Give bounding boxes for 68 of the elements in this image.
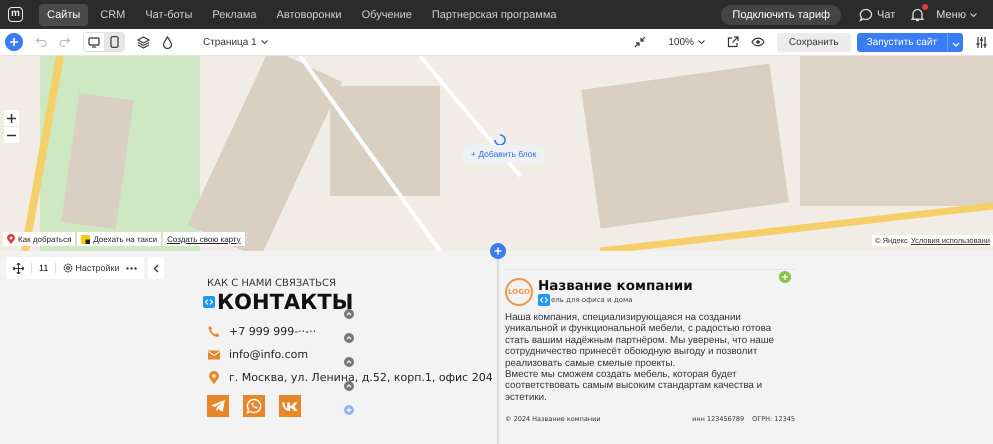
logo[interactable]: m xyxy=(8,7,23,22)
chat-icon[interactable] xyxy=(859,8,874,22)
add-icon[interactable] xyxy=(5,33,23,51)
contact-text: +7 999 999-··-·· xyxy=(229,325,316,338)
menu-button[interactable]: Меню xyxy=(936,8,977,20)
settings-icon[interactable] xyxy=(63,263,74,273)
drop-icon[interactable] xyxy=(162,36,173,48)
publish-button[interactable]: Запустить сайт xyxy=(856,32,947,52)
move-up-handle-icon[interactable] xyxy=(344,357,354,367)
add-icon[interactable] xyxy=(490,243,506,259)
publish-menu-button[interactable] xyxy=(947,32,963,52)
zoom-out-button[interactable] xyxy=(4,127,19,143)
collapse-button[interactable] xyxy=(148,257,164,279)
plus-icon[interactable] xyxy=(7,114,16,122)
company-name: Название компании xyxy=(538,278,693,294)
external-link-icon[interactable] xyxy=(726,36,739,48)
contact-text: info@info.com xyxy=(229,348,308,361)
nav-tab[interactable]: Обучение xyxy=(354,4,420,26)
caret-icon[interactable] xyxy=(260,40,268,44)
nav-tab[interactable]: Реклама xyxy=(204,4,264,26)
nav-tab[interactable]: Сайты xyxy=(39,4,88,26)
move-icon[interactable] xyxy=(13,262,24,274)
route-button[interactable]: Как добраться xyxy=(3,232,76,246)
company-description: Наша компания, специализирующаяся на создании уникальной и функциональной мебели, с радостью готова стать вашим надёжным партнёром. Мы уверены, что наше сотрудничество принесёт обоюдную выгоду и позволит реализовать самые смелые проекты. xyxy=(505,312,776,370)
phone-icon xyxy=(207,325,221,338)
block-number: 11 xyxy=(39,263,48,273)
page-dropdown[interactable]: Страница 1 xyxy=(203,36,268,48)
vk-icon[interactable] xyxy=(279,395,301,417)
caret-icon[interactable] xyxy=(698,40,705,44)
upgrade-button[interactable]: Подключить тариф xyxy=(721,4,842,24)
taxi-button[interactable]: Доехать на такси xyxy=(77,232,162,246)
eye-icon[interactable] xyxy=(750,37,765,47)
zoom-dropdown[interactable]: 100% xyxy=(668,36,705,48)
nav-tab[interactable]: Партнерская программа xyxy=(424,4,565,26)
move-up-handle-icon[interactable] xyxy=(344,309,354,319)
layers-icon[interactable] xyxy=(137,36,150,48)
chevron-left-icon[interactable] xyxy=(153,264,160,272)
monitor-icon[interactable] xyxy=(88,36,100,48)
move-up-handle-icon[interactable] xyxy=(344,381,354,391)
bell-icon[interactable] xyxy=(911,8,924,22)
phone-icon[interactable] xyxy=(110,36,118,48)
contacts-heading: КОНТАКТЫ xyxy=(217,290,354,314)
envelope-icon xyxy=(207,350,221,360)
nav-tab[interactable]: CRM xyxy=(92,4,134,26)
save-button[interactable]: Сохранить xyxy=(776,32,851,52)
company-description: Вместе мы сможем создать мебель, которая будет соответствовать самым высоким стандартам качества и эстетики. xyxy=(505,369,764,404)
chat-label[interactable]: Чат xyxy=(877,8,896,20)
nav-tab[interactable]: Чат-боты xyxy=(137,4,200,26)
location-pin-icon xyxy=(207,371,221,384)
nav-tab[interactable]: Автоворонки xyxy=(268,4,350,26)
add-block-button[interactable]: + Добавить блок xyxy=(463,145,544,163)
location-pin-icon[interactable] xyxy=(7,234,15,244)
code-icon[interactable] xyxy=(203,296,215,308)
more-icon[interactable] xyxy=(126,266,138,270)
contacts-subtitle: КАК С НАМИ СВЯЗАТЬСЯ xyxy=(207,278,336,289)
whatsapp-icon[interactable] xyxy=(243,395,265,417)
loading-spinner-icon xyxy=(494,134,506,146)
zoom-in-button[interactable] xyxy=(4,110,19,126)
mobile-view-button[interactable] xyxy=(104,33,124,51)
settings-button[interactable]: Настройки xyxy=(63,263,120,273)
code-icon[interactable] xyxy=(538,294,550,306)
collapse-icon[interactable] xyxy=(634,36,646,48)
move-up-handle-icon[interactable] xyxy=(344,333,354,343)
create-map-link[interactable]: Создать свою карту xyxy=(163,232,245,246)
taxi-icon[interactable] xyxy=(81,234,90,244)
contact-text: г. Москва, ул. Ленина, д.52, корп.1, офис 204 xyxy=(229,371,493,384)
sliders-icon[interactable] xyxy=(975,36,988,48)
paper-plane-icon[interactable] xyxy=(207,395,229,417)
